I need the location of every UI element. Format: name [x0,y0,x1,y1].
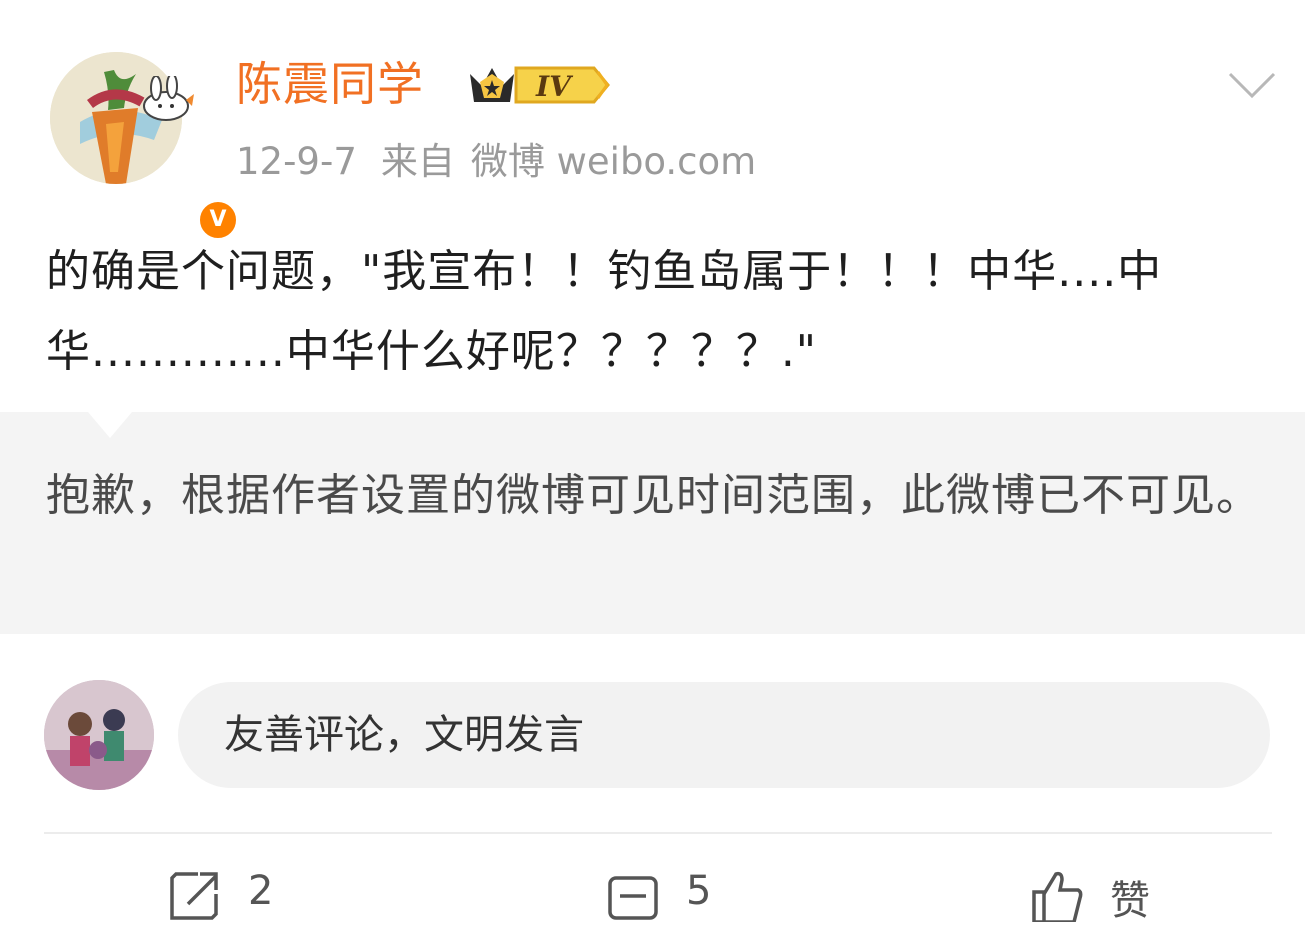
unavailable-notice: 抱歉，根据作者设置的微博可见时间范围，此微博已不可见。 [0,412,1305,634]
repost-icon [170,872,218,920]
notice-message: 抱歉，根据作者设置的微博可见时间范围，此微博已不可见。 [46,470,1261,521]
post-meta: 12-9-7 来自 微博 weibo.com [236,138,780,186]
notice-pointer [88,412,132,438]
username[interactable]: 陈震同学 [236,54,424,114]
user-avatar[interactable]: V [50,52,240,242]
post-date: 12-9-7 [236,140,357,183]
source-prefix: 来自 [380,140,455,183]
chevron-down-icon[interactable] [1226,66,1278,104]
comment-icon [608,876,658,920]
level-badge: IV [535,70,574,103]
post-text: 的确是个问题，"我宣布！！钓鱼岛属于！！！中华....中华...........… [46,246,1163,377]
bunny-decoration-icon [143,76,194,121]
comment-input[interactable] [178,682,1270,788]
divider [44,832,1272,834]
like-button[interactable]: 赞 [1028,868,1150,928]
repost-count: 2 [248,868,274,914]
comment-count: 5 [686,868,712,914]
crown-icon: IV [470,66,610,104]
post-source[interactable]: 微博 weibo.com [471,140,756,183]
current-user-avatar[interactable] [44,680,154,790]
like-label: 赞 [1110,878,1150,924]
thumbs-up-icon [1032,871,1083,922]
repost-button[interactable]: 2 [168,868,273,928]
comment-button[interactable]: 5 [606,868,711,928]
